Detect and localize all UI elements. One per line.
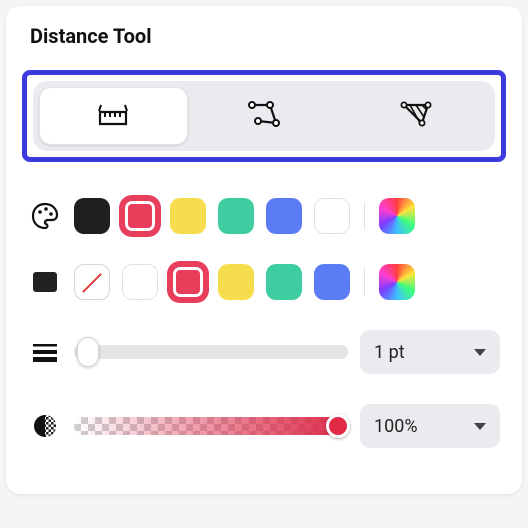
- outline-swatch-red[interactable]: [122, 198, 158, 234]
- fill-swatches: [74, 264, 415, 300]
- fill-swatch-none[interactable]: [74, 264, 110, 300]
- swatch-divider: [364, 202, 365, 230]
- swatch-divider: [364, 268, 365, 296]
- line-width-value: 1 pt: [374, 342, 405, 363]
- opacity-slider[interactable]: [74, 417, 348, 435]
- opacity-slider-thumb[interactable]: [326, 414, 350, 438]
- area-polygon-icon: [398, 99, 434, 133]
- outline-swatch-white[interactable]: [314, 198, 350, 234]
- line-width-slider-thumb[interactable]: [77, 337, 99, 367]
- opacity-value: 100%: [374, 416, 418, 437]
- fill-swatch-custom[interactable]: [379, 264, 415, 300]
- distance-tool-panel: Distance Tool: [6, 6, 522, 494]
- fill-swatch-white[interactable]: [122, 264, 158, 300]
- mode-tab-area[interactable]: [342, 87, 489, 145]
- outline-color-row: [18, 190, 510, 242]
- mode-tab-perimeter[interactable]: [192, 87, 339, 145]
- palette-icon: [28, 201, 62, 231]
- outline-swatch-custom[interactable]: [379, 198, 415, 234]
- ruler-icon: [96, 100, 130, 132]
- outline-swatch-teal[interactable]: [218, 198, 254, 234]
- fill-color-row: [18, 256, 510, 308]
- fill-swatch-red[interactable]: [170, 264, 206, 300]
- chevron-down-icon: [474, 423, 486, 430]
- opacity-select[interactable]: 100%: [360, 404, 500, 448]
- fill-swatch-blue[interactable]: [314, 264, 350, 300]
- mode-tabs-highlight: [22, 70, 506, 162]
- mode-tabs: [33, 81, 495, 151]
- outline-swatch-blue[interactable]: [266, 198, 302, 234]
- polyline-icon: [246, 99, 284, 133]
- line-width-row: 1 pt: [18, 322, 510, 382]
- outline-swatches: [74, 198, 415, 234]
- line-width-select[interactable]: 1 pt: [360, 330, 500, 374]
- mode-tab-distance[interactable]: [39, 87, 188, 145]
- fill-swatch-yellow[interactable]: [218, 264, 254, 300]
- line-width-slider[interactable]: [74, 345, 348, 359]
- fill-icon: [28, 272, 62, 292]
- outline-swatch-yellow[interactable]: [170, 198, 206, 234]
- outline-swatch-black[interactable]: [74, 198, 110, 234]
- line-weight-icon: [28, 342, 62, 362]
- opacity-row: 100%: [18, 396, 510, 456]
- fill-swatch-teal[interactable]: [266, 264, 302, 300]
- opacity-icon: [28, 412, 62, 440]
- panel-title: Distance Tool: [30, 24, 510, 48]
- chevron-down-icon: [474, 349, 486, 356]
